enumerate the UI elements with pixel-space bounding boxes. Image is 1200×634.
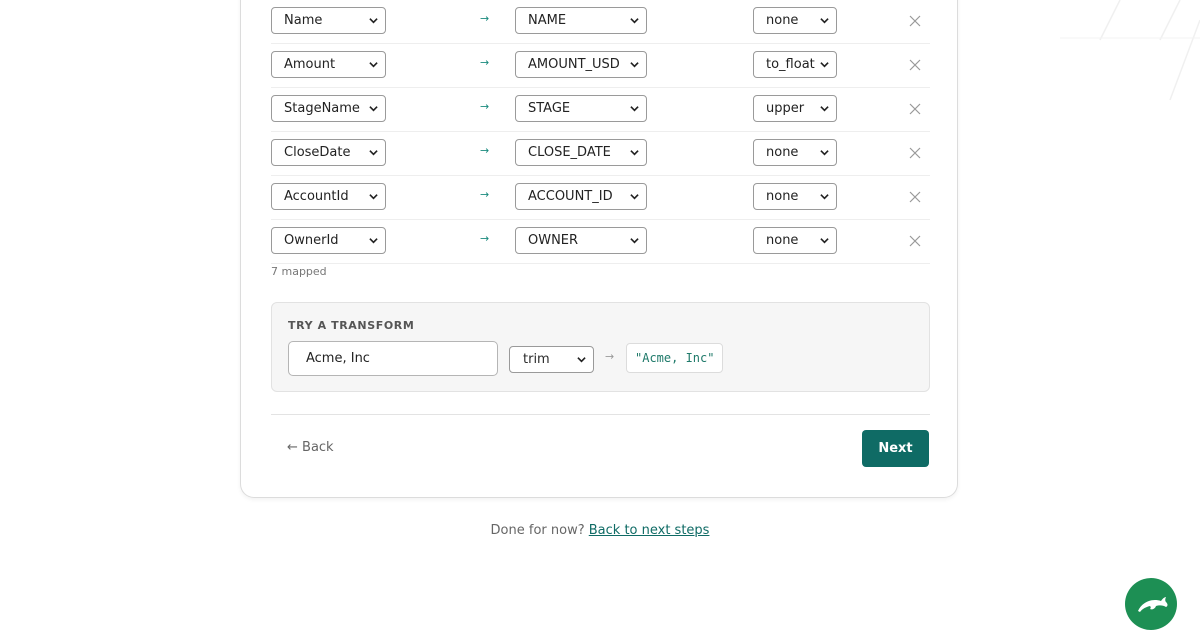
try-transform-select[interactable]: trim	[509, 346, 594, 373]
transform-value: none	[766, 189, 799, 204]
mapping-row: CloseDate → CLOSE_DATE none	[271, 132, 930, 176]
footer: Done for now? Back to next steps	[0, 523, 1200, 538]
target-field-select[interactable]: ACCOUNT_ID	[515, 183, 647, 210]
mapping-rows: Name → NAME none Amount → AMOUNT_USD to_…	[271, 0, 930, 264]
source-field-select[interactable]: StageName	[271, 95, 386, 122]
transform-value: none	[766, 233, 799, 248]
chevron-down-icon	[630, 18, 639, 24]
source-field-select[interactable]: Amount	[271, 51, 386, 78]
source-field-value: Amount	[284, 57, 336, 72]
arrow-icon: →	[480, 100, 490, 113]
chevron-down-icon	[369, 238, 378, 244]
transform-select[interactable]: upper	[753, 95, 837, 122]
arrow-icon: →	[480, 56, 490, 69]
remove-mapping-icon[interactable]	[907, 189, 923, 205]
chevron-down-icon	[820, 18, 829, 24]
transform-select[interactable]: none	[753, 227, 837, 254]
chevron-down-icon	[820, 150, 829, 156]
target-field-select[interactable]: CLOSE_DATE	[515, 139, 647, 166]
remove-mapping-icon[interactable]	[907, 57, 923, 73]
target-field-value: ACCOUNT_ID	[528, 189, 613, 204]
chevron-down-icon	[369, 194, 378, 200]
transform-value: upper	[766, 101, 805, 116]
dolphin-icon	[1138, 597, 1168, 612]
target-field-select[interactable]: OWNER	[515, 227, 647, 254]
mapping-row: AccountId → ACCOUNT_ID none	[271, 176, 930, 220]
transform-output: "Acme, Inc"	[626, 343, 724, 373]
source-field-value: Name	[284, 13, 323, 28]
mapping-row: Amount → AMOUNT_USD to_float	[271, 44, 930, 88]
arrow-icon: →	[605, 350, 615, 363]
transform-select[interactable]: to_float	[753, 51, 837, 78]
chevron-down-icon	[630, 150, 639, 156]
target-field-value: OWNER	[528, 233, 579, 248]
chevron-down-icon	[820, 62, 829, 68]
source-field-select[interactable]: OwnerId	[271, 227, 386, 254]
chevron-down-icon	[369, 150, 378, 156]
chevron-down-icon	[369, 106, 378, 112]
transform-value: none	[766, 145, 799, 160]
footer-text: Done for now?	[490, 523, 585, 538]
transform-select[interactable]: none	[753, 139, 837, 166]
transform-value: to_float	[766, 57, 815, 72]
target-field-select[interactable]: STAGE	[515, 95, 647, 122]
source-field-value: StageName	[284, 101, 360, 116]
divider	[271, 414, 930, 415]
target-field-value: NAME	[528, 13, 567, 28]
chevron-down-icon	[630, 106, 639, 112]
target-field-select[interactable]: AMOUNT_USD	[515, 51, 647, 78]
target-field-value: STAGE	[528, 101, 571, 116]
try-transform-title: TRY A TRANSFORM	[288, 319, 415, 332]
arrow-icon: →	[480, 144, 490, 157]
chevron-down-icon	[630, 62, 639, 68]
mapping-row: OwnerId → OWNER none	[271, 220, 930, 264]
arrow-icon: →	[480, 12, 490, 25]
source-field-select[interactable]: AccountId	[271, 183, 386, 210]
try-transform-value: trim	[523, 352, 550, 367]
target-field-value: AMOUNT_USD	[528, 57, 620, 72]
mapping-row: Name → NAME none	[271, 0, 930, 44]
transform-value: none	[766, 13, 799, 28]
remove-mapping-icon[interactable]	[907, 233, 923, 249]
next-button[interactable]: Next	[862, 430, 929, 467]
source-field-select[interactable]: CloseDate	[271, 139, 386, 166]
chevron-down-icon	[820, 238, 829, 244]
source-field-value: CloseDate	[284, 145, 351, 160]
mapping-row: StageName → STAGE upper	[271, 88, 930, 132]
chevron-down-icon	[369, 18, 378, 24]
source-field-value: AccountId	[284, 189, 349, 204]
target-field-select[interactable]: NAME	[515, 7, 647, 34]
chat-fab-button[interactable]	[1125, 578, 1177, 630]
remove-mapping-icon[interactable]	[907, 145, 923, 161]
remove-mapping-icon[interactable]	[907, 101, 923, 117]
mapped-count: 7 mapped	[271, 265, 327, 278]
background-decoration	[1060, 0, 1200, 101]
back-button[interactable]: ← Back	[287, 440, 334, 455]
arrow-icon: →	[480, 232, 490, 245]
remove-mapping-icon[interactable]	[907, 13, 923, 29]
chevron-down-icon	[820, 106, 829, 112]
try-transform-panel: TRY A TRANSFORM Acme, Inc trim → "Acme, …	[271, 302, 930, 392]
source-field-select[interactable]: Name	[271, 7, 386, 34]
transform-select[interactable]: none	[753, 7, 837, 34]
transform-select[interactable]: none	[753, 183, 837, 210]
chevron-down-icon	[369, 62, 378, 68]
chevron-down-icon	[577, 357, 586, 363]
arrow-icon: →	[480, 188, 490, 201]
source-field-value: OwnerId	[284, 233, 339, 248]
transform-input[interactable]: Acme, Inc	[288, 341, 498, 376]
chevron-down-icon	[630, 194, 639, 200]
chevron-down-icon	[630, 238, 639, 244]
back-to-next-steps-link[interactable]: Back to next steps	[589, 523, 710, 538]
chevron-down-icon	[820, 194, 829, 200]
mapping-card: Name → NAME none Amount → AMOUNT_USD to_…	[240, 0, 958, 498]
target-field-value: CLOSE_DATE	[528, 145, 611, 160]
